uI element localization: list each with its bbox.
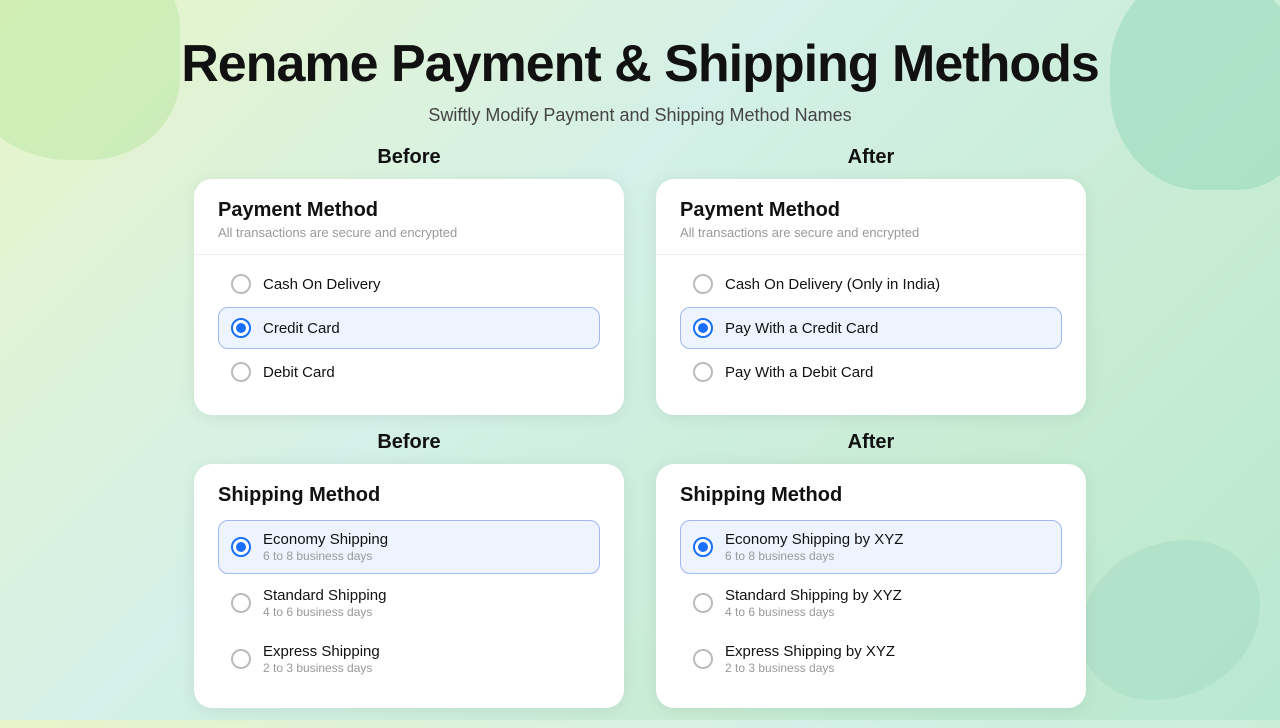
radio-unselected-1 xyxy=(231,274,251,294)
payment-after-option-1[interactable]: Cash On Delivery (Only in India) xyxy=(680,263,1062,305)
payment-before-label: Before xyxy=(377,146,440,169)
shipping-before-option-3[interactable]: Express Shipping 2 to 3 business days xyxy=(218,632,600,686)
payment-before-option-label-1: Cash On Delivery xyxy=(263,276,381,293)
payment-before-card-title: Payment Method xyxy=(218,199,600,222)
payment-after-option-label-3: Pay With a Debit Card xyxy=(725,364,873,381)
payment-before-divider xyxy=(194,254,624,255)
payment-after-option-label-1: Cash On Delivery (Only in India) xyxy=(725,276,940,293)
shipping-after-card-title: Shipping Method xyxy=(680,484,1062,507)
shipping-before-label-2: Standard Shipping xyxy=(263,587,386,604)
payment-after-col: After Payment Method All transactions ar… xyxy=(656,146,1086,415)
shipping-before-label: Before xyxy=(377,431,440,454)
payment-after-divider xyxy=(656,254,1086,255)
payment-before-card-subtitle: All transactions are secure and encrypte… xyxy=(218,225,600,240)
radio-unselected-2 xyxy=(231,362,251,382)
payment-before-card: Payment Method All transactions are secu… xyxy=(194,179,624,415)
payment-before-option-1[interactable]: Cash On Delivery xyxy=(218,263,600,305)
shipping-before-col: Before Shipping Method Economy Shipping … xyxy=(194,431,624,708)
shipping-before-sublabel-3: 2 to 3 business days xyxy=(263,661,380,675)
payment-section-row: Before Payment Method All transactions a… xyxy=(60,146,1220,415)
sections-wrapper: Before Payment Method All transactions a… xyxy=(60,146,1220,708)
shipping-after-label-1: Economy Shipping by XYZ xyxy=(725,531,903,548)
payment-after-card-subtitle: All transactions are secure and encrypte… xyxy=(680,225,1062,240)
shipping-after-label: After xyxy=(848,431,895,454)
radio-unselected-3 xyxy=(693,274,713,294)
radio-inner-3 xyxy=(236,542,246,552)
page-subtitle: Swiftly Modify Payment and Shipping Meth… xyxy=(428,105,851,126)
shipping-after-label-3: Express Shipping by XYZ xyxy=(725,643,895,660)
shipping-after-card: Shipping Method Economy Shipping by XYZ … xyxy=(656,464,1086,708)
radio-unselected-4 xyxy=(693,362,713,382)
shipping-after-sublabel-3: 2 to 3 business days xyxy=(725,661,895,675)
radio-unselected-5 xyxy=(231,593,251,613)
shipping-after-sublabel-1: 6 to 8 business days xyxy=(725,549,903,563)
radio-unselected-8 xyxy=(693,649,713,669)
shipping-before-card-title: Shipping Method xyxy=(218,484,600,507)
payment-after-card-title: Payment Method xyxy=(680,199,1062,222)
radio-selected-2 xyxy=(693,318,713,338)
shipping-after-col: After Shipping Method Economy Shipping b… xyxy=(656,431,1086,708)
shipping-before-sublabel-1: 6 to 8 business days xyxy=(263,549,388,563)
payment-before-option-3[interactable]: Debit Card xyxy=(218,351,600,393)
radio-inner-1 xyxy=(236,323,246,333)
payment-after-card: Payment Method All transactions are secu… xyxy=(656,179,1086,415)
shipping-before-label-1: Economy Shipping xyxy=(263,531,388,548)
shipping-after-sublabel-2: 4 to 6 business days xyxy=(725,605,902,619)
payment-after-option-label-2: Pay With a Credit Card xyxy=(725,320,878,337)
radio-unselected-6 xyxy=(231,649,251,669)
shipping-after-option-1[interactable]: Economy Shipping by XYZ 6 to 8 business … xyxy=(680,520,1062,574)
radio-inner-4 xyxy=(698,542,708,552)
payment-after-option-2[interactable]: Pay With a Credit Card xyxy=(680,307,1062,349)
payment-before-option-2[interactable]: Credit Card xyxy=(218,307,600,349)
radio-unselected-7 xyxy=(693,593,713,613)
payment-before-option-label-2: Credit Card xyxy=(263,320,340,337)
radio-selected-3 xyxy=(231,537,251,557)
shipping-after-label-2: Standard Shipping by XYZ xyxy=(725,587,902,604)
shipping-section-row: Before Shipping Method Economy Shipping … xyxy=(60,431,1220,708)
payment-after-label: After xyxy=(848,146,895,169)
shipping-before-option-1[interactable]: Economy Shipping 6 to 8 business days xyxy=(218,520,600,574)
shipping-after-option-2[interactable]: Standard Shipping by XYZ 4 to 6 business… xyxy=(680,576,1062,630)
page-title: Rename Payment & Shipping Methods xyxy=(181,36,1099,93)
page-content: Rename Payment & Shipping Methods Swiftl… xyxy=(0,0,1280,728)
shipping-before-sublabel-2: 4 to 6 business days xyxy=(263,605,386,619)
radio-selected-1 xyxy=(231,318,251,338)
shipping-before-card: Shipping Method Economy Shipping 6 to 8 … xyxy=(194,464,624,708)
payment-before-col: Before Payment Method All transactions a… xyxy=(194,146,624,415)
shipping-after-option-3[interactable]: Express Shipping by XYZ 2 to 3 business … xyxy=(680,632,1062,686)
radio-selected-4 xyxy=(693,537,713,557)
payment-before-option-label-3: Debit Card xyxy=(263,364,335,381)
shipping-before-label-3: Express Shipping xyxy=(263,643,380,660)
shipping-before-option-2[interactable]: Standard Shipping 4 to 6 business days xyxy=(218,576,600,630)
radio-inner-2 xyxy=(698,323,708,333)
payment-after-option-3[interactable]: Pay With a Debit Card xyxy=(680,351,1062,393)
